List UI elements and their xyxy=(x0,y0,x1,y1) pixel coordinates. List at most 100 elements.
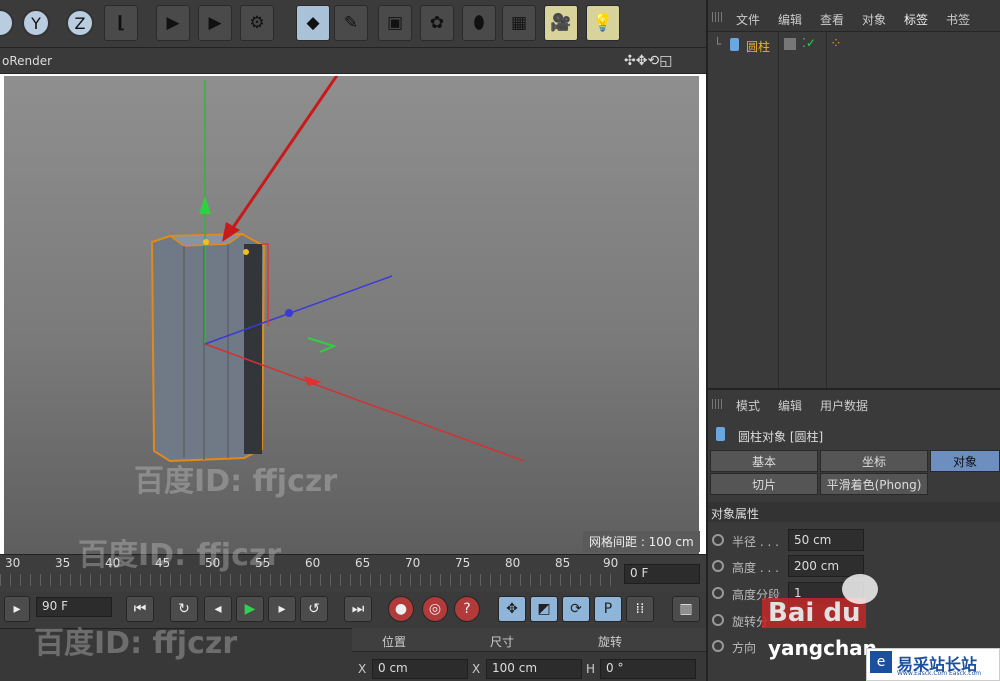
menu-mode[interactable]: 模式 xyxy=(736,397,760,414)
watermark: 百度ID: ffjczr xyxy=(134,464,338,499)
heading-field[interactable]: 0 ° xyxy=(600,659,696,679)
x-position-label: X xyxy=(358,662,367,676)
watermark: 百度ID: ffjczr xyxy=(78,538,282,573)
tab-phong[interactable]: 平滑着色(Phong) xyxy=(820,473,928,495)
play-button[interactable]: ▶ xyxy=(236,596,264,622)
autokey-icon[interactable]: ◎ xyxy=(422,596,448,622)
timeline-tick: 60 xyxy=(305,556,321,570)
cylinder-icon xyxy=(716,427,725,441)
rotation-segments-radio[interactable] xyxy=(712,614,724,626)
baidu-paw-icon xyxy=(842,574,878,604)
cylinder-icon xyxy=(730,38,739,51)
keyframe-help-icon[interactable]: ? xyxy=(454,596,480,622)
menu-file[interactable]: 文件 xyxy=(736,11,760,28)
coordinate-system-icon[interactable]: ⌊ xyxy=(104,5,138,41)
floor-icon[interactable]: ▦ xyxy=(502,5,536,41)
object-point xyxy=(243,249,249,255)
timeline-tick: 35 xyxy=(55,556,71,570)
array-icon[interactable]: ✿ xyxy=(420,5,454,41)
x-axis-button[interactable] xyxy=(0,9,14,37)
site-badge-subtitle: Www.Easck.Com Easck.com xyxy=(897,670,982,677)
tab-slice[interactable]: 切片 xyxy=(710,473,818,495)
menu-attr-edit[interactable]: 编辑 xyxy=(778,397,802,414)
x-position-field[interactable]: 0 cm xyxy=(372,659,468,679)
light-icon[interactable]: 💡 xyxy=(586,5,620,41)
viewport-nav-icons[interactable]: ✣✥⟲◱ xyxy=(624,53,672,69)
visibility-check-icon[interactable]: ⁚✓ xyxy=(802,36,816,50)
orientation-radio[interactable] xyxy=(712,640,724,652)
object-manager xyxy=(706,0,1000,388)
size-header: 尺寸 xyxy=(490,635,515,649)
menu-view[interactable]: 查看 xyxy=(820,11,844,28)
z-axis-button[interactable]: Z xyxy=(66,9,94,37)
attribute-title: 圆柱对象 [圆柱] xyxy=(738,430,824,444)
point-level-icon[interactable]: ⁞⁞ xyxy=(626,596,654,622)
menu-user-data[interactable]: 用户数据 xyxy=(820,397,868,414)
record-key-icon[interactable]: ● xyxy=(388,596,414,622)
height-segments-radio[interactable] xyxy=(712,587,724,599)
grid-spacing-label: 网格间距 : 100 cm xyxy=(583,531,700,552)
go-to-end-button[interactable]: ⏭ xyxy=(344,596,372,622)
phong-tag-icon[interactable]: ⁘ xyxy=(830,36,842,52)
height-label: 高度 . . . xyxy=(732,561,779,575)
timeline-tick: 80 xyxy=(505,556,521,570)
column-divider xyxy=(778,32,779,388)
tab-basic[interactable]: 基本 xyxy=(710,450,818,472)
timeline-tick: 75 xyxy=(455,556,471,570)
column-divider xyxy=(826,32,827,388)
height-radio[interactable] xyxy=(712,560,724,572)
viewport-title: oRender xyxy=(2,54,53,68)
height-field[interactable]: 200 cm xyxy=(788,555,864,577)
scene-svg xyxy=(150,67,525,463)
rotate-key-icon[interactable]: ⟳ xyxy=(562,596,590,622)
subdivision-icon[interactable]: ▣ xyxy=(378,5,412,41)
film-icon[interactable]: ▥ xyxy=(672,596,700,622)
move-key-icon[interactable]: ✥ xyxy=(498,596,526,622)
deformer-icon[interactable]: ⬮ xyxy=(462,5,496,41)
object-point xyxy=(203,239,209,245)
current-frame-field[interactable]: 0 F xyxy=(624,564,700,584)
menu-edit[interactable]: 编辑 xyxy=(778,11,802,28)
play-options-button[interactable]: ▸ xyxy=(4,596,30,622)
radius-field[interactable]: 50 cm xyxy=(788,529,864,551)
x-size-field[interactable]: 100 cm xyxy=(486,659,582,679)
x-axis-handle[interactable] xyxy=(304,376,322,386)
menu-tags[interactable]: 标签 xyxy=(904,11,928,28)
timeline-scale xyxy=(0,574,620,586)
tab-coord[interactable]: 坐标 xyxy=(820,450,928,472)
rotation-header: 旋转 xyxy=(598,635,623,649)
cylinder-dark-face xyxy=(244,244,262,454)
menu-bookmarks[interactable]: 书签 xyxy=(946,11,970,28)
radius-label: 半径 . . . xyxy=(732,535,779,549)
layer-icon[interactable] xyxy=(784,38,796,50)
end-frame-field[interactable]: 90 F xyxy=(36,597,112,617)
timeline-tick: 90 xyxy=(603,556,619,570)
timeline-tick: 85 xyxy=(555,556,571,570)
x-size-label: X xyxy=(472,662,481,676)
scale-key-icon[interactable]: ◩ xyxy=(530,596,558,622)
pen-icon[interactable]: ✎ xyxy=(334,5,368,41)
tab-object[interactable]: 对象 xyxy=(930,450,1000,472)
menu-objects[interactable]: 对象 xyxy=(862,11,886,28)
perspective-viewport[interactable] xyxy=(4,67,699,554)
next-frame-button[interactable]: ▸ xyxy=(268,596,296,622)
render-picture-icon[interactable]: ▶ xyxy=(198,5,232,41)
camera-icon[interactable]: 🎥 xyxy=(544,5,578,41)
cube-icon[interactable]: ◆ xyxy=(296,5,330,41)
y-axis-handle[interactable] xyxy=(199,196,211,214)
render-view-icon[interactable]: ▶ xyxy=(156,5,190,41)
z-axis-handle[interactable] xyxy=(285,309,293,317)
param-key-icon[interactable]: P xyxy=(594,596,622,622)
render-settings-icon[interactable]: ⚙ xyxy=(240,5,274,41)
watermark-username: yangchan xyxy=(768,636,877,660)
next-key-button[interactable]: ↺ xyxy=(300,596,328,622)
timeline-tick: 30 xyxy=(5,556,21,570)
annotation-arrow xyxy=(228,67,344,233)
panel-grip-icon[interactable] xyxy=(712,12,724,22)
radius-radio[interactable] xyxy=(712,534,724,546)
object-item-cylinder[interactable]: 圆柱 xyxy=(746,38,770,55)
watermark: 百度ID: ffjczr xyxy=(34,626,238,661)
position-header: 位置 xyxy=(382,635,407,649)
panel-grip-icon[interactable] xyxy=(712,399,724,409)
y-axis-button[interactable]: Y xyxy=(22,9,50,37)
